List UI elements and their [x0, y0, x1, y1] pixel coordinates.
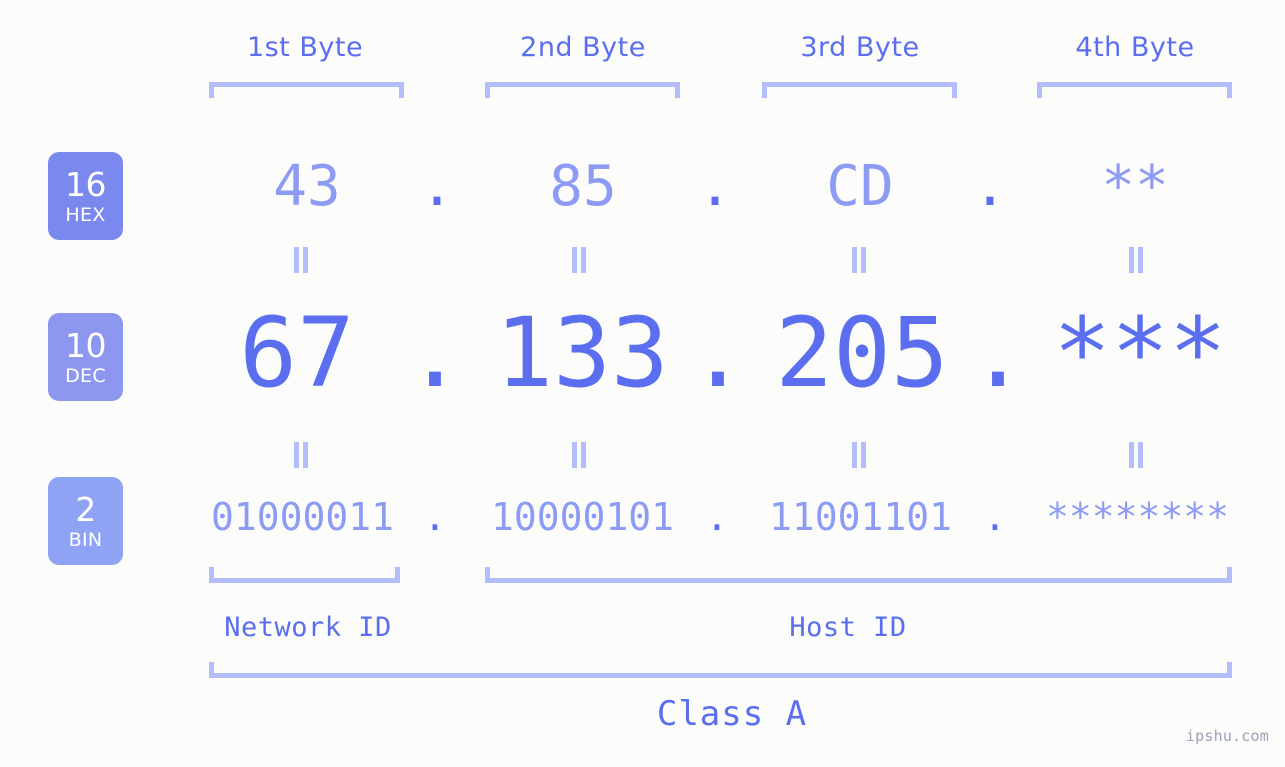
- hex-separator-1: .: [420, 154, 454, 219]
- dec-byte-4: ***: [1053, 297, 1227, 409]
- base-badge-dec-number: 10: [65, 325, 107, 365]
- hex-separator-2: .: [698, 154, 732, 219]
- hex-byte-4: **: [1101, 154, 1169, 219]
- equals-connector-hex-dec-4: [1128, 247, 1144, 273]
- dec-byte-2: 133: [495, 297, 669, 409]
- base-badge-hex-name: HEX: [65, 203, 106, 226]
- base-badge-bin-name: BIN: [68, 528, 103, 551]
- ip-address-breakdown-diagram: 1st Byte 2nd Byte 3rd Byte 4th Byte 16 H…: [0, 0, 1285, 767]
- equals-connector-dec-bin-3: [851, 442, 867, 468]
- class-label: Class A: [656, 694, 808, 734]
- byte-bracket-4: [1037, 82, 1232, 98]
- bin-separator-3: .: [983, 495, 1007, 539]
- bin-byte-1: 01000011: [210, 495, 395, 539]
- bin-byte-2: 10000101: [490, 495, 675, 539]
- byte-header-label-3: 3rd Byte: [800, 32, 920, 63]
- equals-connector-hex-dec-2: [571, 247, 587, 273]
- hex-separator-3: .: [973, 154, 1007, 219]
- equals-connector-dec-bin-2: [571, 442, 587, 468]
- bin-byte-4: ********: [1045, 495, 1230, 539]
- base-badge-hex-number: 16: [65, 164, 107, 204]
- base-badge-dec-name: DEC: [65, 364, 106, 387]
- byte-bracket-3: [762, 82, 957, 98]
- equals-connector-hex-dec-3: [851, 247, 867, 273]
- site-watermark: ipshu.com: [1185, 727, 1269, 745]
- bin-byte-3: 11001101: [768, 495, 953, 539]
- equals-connector-hex-dec-1: [293, 247, 309, 273]
- hex-byte-3: CD: [826, 154, 894, 219]
- hex-byte-1: 43: [273, 154, 341, 219]
- base-badge-hex[interactable]: 16 HEX: [48, 152, 123, 240]
- byte-header-label-2: 2nd Byte: [520, 32, 646, 63]
- bin-separator-1: .: [423, 495, 447, 539]
- network-id-bracket: [209, 567, 400, 583]
- byte-bracket-2: [485, 82, 680, 98]
- hex-byte-2: 85: [549, 154, 617, 219]
- class-bracket: [209, 662, 1232, 678]
- equals-connector-dec-bin-1: [293, 442, 309, 468]
- base-badge-dec[interactable]: 10 DEC: [48, 313, 123, 401]
- byte-header-label-4: 4th Byte: [1075, 32, 1195, 63]
- byte-header-label-1: 1st Byte: [246, 32, 364, 63]
- dec-byte-1: 67: [239, 297, 355, 409]
- base-badge-bin[interactable]: 2 BIN: [48, 477, 123, 565]
- dec-byte-3: 205: [775, 297, 949, 409]
- bin-separator-2: .: [705, 495, 729, 539]
- host-id-label: Host ID: [789, 612, 907, 643]
- base-badge-bin-number: 2: [75, 489, 96, 529]
- host-id-bracket: [485, 567, 1232, 583]
- equals-connector-dec-bin-4: [1128, 442, 1144, 468]
- network-id-label: Network ID: [224, 612, 392, 643]
- byte-bracket-1: [209, 82, 404, 98]
